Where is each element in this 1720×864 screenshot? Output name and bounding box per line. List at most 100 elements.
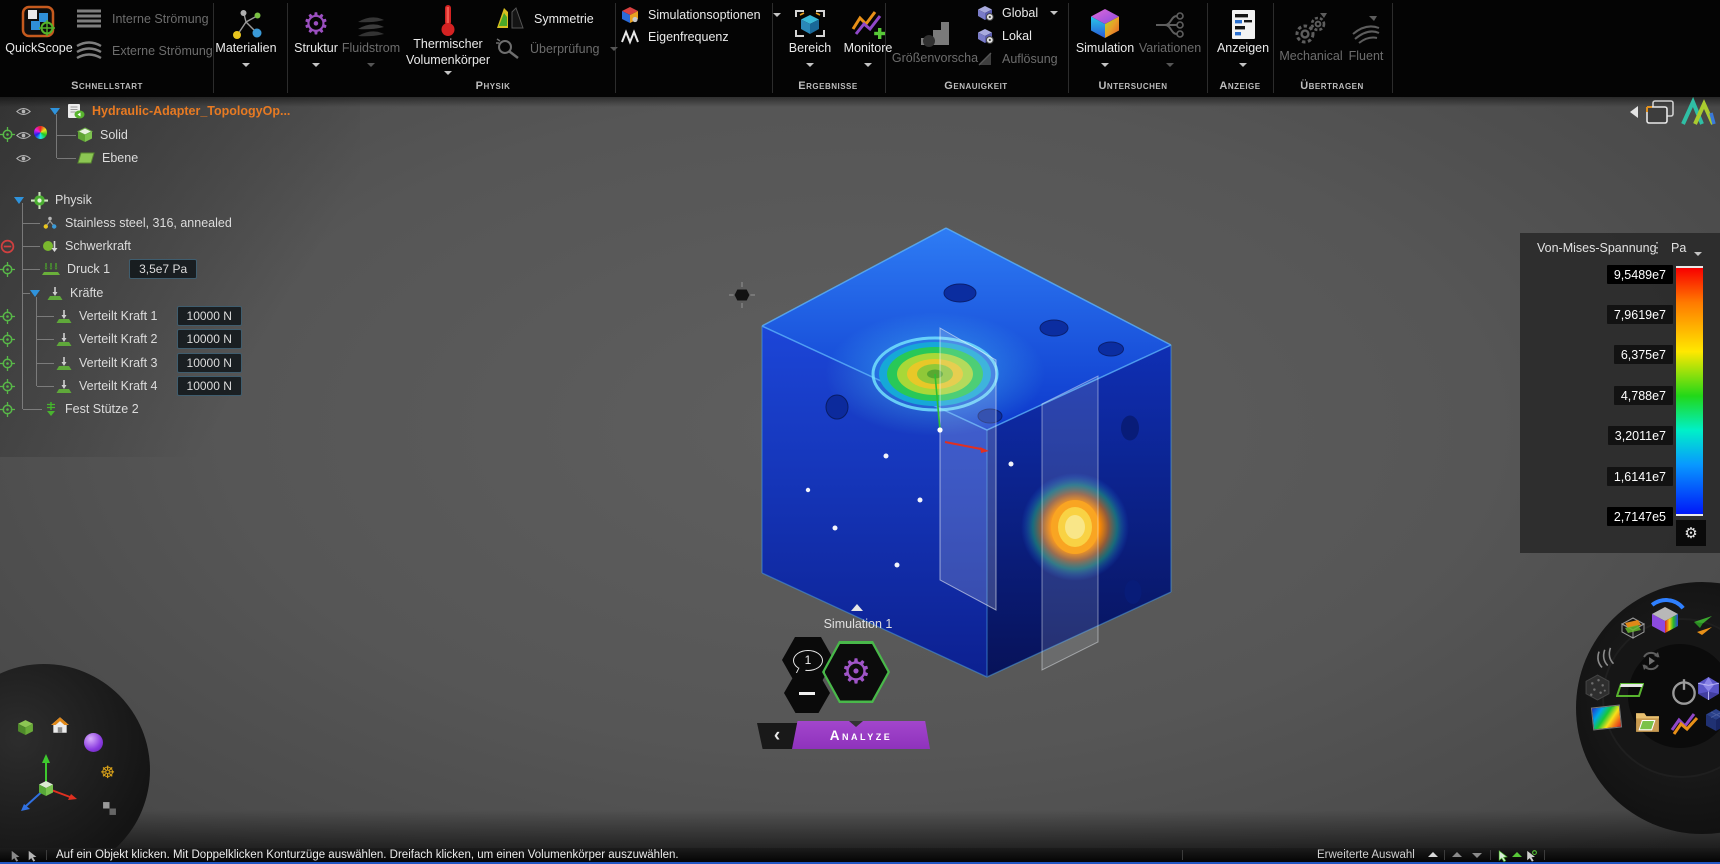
- plane-tool-icon[interactable]: [1616, 682, 1644, 698]
- replay-icon[interactable]: [1638, 648, 1664, 674]
- advanced-selection-label[interactable]: Erweiterte Auswahl: [1317, 849, 1415, 861]
- caret-down-icon[interactable]: [772, 13, 781, 17]
- caret-down-icon[interactable]: [806, 62, 814, 67]
- interne-stroemung-button[interactable]: Interne Strömung: [74, 8, 209, 30]
- anzeigen-button[interactable]: Anzeigen: [1214, 4, 1272, 67]
- expand-triangle-icon[interactable]: [14, 196, 24, 204]
- fluidstrom-button[interactable]: Fluidstrom: [342, 4, 400, 67]
- mechanical-export-button[interactable]: Mechanical: [1279, 6, 1343, 64]
- simulation-button[interactable]: Simulation: [1072, 4, 1138, 67]
- legend-settings-button[interactable]: ⚙: [1676, 520, 1706, 546]
- tree-row-kraft-2[interactable]: Verteilt Kraft 2 10000 N: [56, 329, 242, 349]
- section-cube-icon[interactable]: [1620, 616, 1646, 640]
- sim-panel-expand-icon[interactable]: [851, 604, 863, 611]
- caret-down-icon[interactable]: [864, 62, 872, 67]
- caret-down-icon[interactable]: [1239, 62, 1247, 67]
- scroll-down-icon[interactable]: [1472, 853, 1482, 858]
- force-value-field[interactable]: 10000 N: [176, 306, 242, 326]
- locate-crosshair-icon[interactable]: [0, 356, 15, 371]
- select-up-icon[interactable]: [1512, 852, 1522, 857]
- symmetrie-button[interactable]: Symmetrie: [494, 6, 594, 31]
- tree-row-fest-stuetze[interactable]: Fest Stütze 2: [44, 399, 139, 419]
- thermischer-volumenkoerper-button[interactable]: Thermischer Volumenkörper: [400, 4, 496, 75]
- legend-colorbar[interactable]: [1676, 266, 1703, 516]
- locate-crosshair-icon[interactable]: [0, 332, 15, 347]
- groessenvorschau-button[interactable]: Größenvorscha: [892, 12, 978, 66]
- split-view-icon[interactable]: [102, 801, 117, 816]
- caret-down-icon[interactable]: [1101, 62, 1109, 67]
- force-value-field[interactable]: 10000 N: [176, 329, 242, 349]
- scroll-up-icon[interactable]: [1452, 852, 1462, 857]
- aufloesung-button[interactable]: Auflösung: [976, 51, 1058, 67]
- render-sphere-icon[interactable]: [84, 733, 103, 752]
- section-plane-1[interactable]: [939, 327, 997, 611]
- tree-row-solid[interactable]: Solid: [77, 125, 128, 145]
- locate-crosshair-icon[interactable]: [0, 402, 15, 417]
- lokal-genauigkeit-button[interactable]: Lokal: [976, 28, 1032, 44]
- collapse-left-icon[interactable]: [1630, 106, 1638, 118]
- results-cube-icon[interactable]: [1650, 606, 1680, 634]
- tree-row-kraft-1[interactable]: Verteilt Kraft 1 10000 N: [56, 306, 242, 326]
- mesh-polyhedron-icon[interactable]: [1584, 674, 1611, 701]
- cursor-icon[interactable]: [10, 850, 22, 862]
- global-genauigkeit-button[interactable]: Global: [976, 5, 1059, 21]
- ueberpruefung-button[interactable]: Überprüfung: [494, 37, 618, 61]
- eye-icon[interactable]: [16, 151, 31, 166]
- fluent-export-button[interactable]: Fluent: [1342, 6, 1390, 64]
- model-3d[interactable]: [640, 190, 1240, 710]
- caret-down-icon[interactable]: [367, 62, 375, 67]
- caret-down-icon[interactable]: [242, 62, 250, 67]
- probe-hex-marker[interactable]: [728, 281, 756, 309]
- materialien-button[interactable]: Materialien: [208, 4, 284, 67]
- axis-triad[interactable]: [12, 752, 80, 818]
- tree-row-ebene[interactable]: Ebene: [77, 148, 138, 168]
- caret-down-icon[interactable]: [1050, 11, 1059, 15]
- struktur-button[interactable]: ⚙ Struktur: [288, 4, 344, 67]
- caret-down-icon[interactable]: [609, 47, 618, 51]
- locate-crosshair-icon[interactable]: [0, 127, 15, 142]
- eye-icon[interactable]: [16, 104, 31, 119]
- simulationsoptionen-button[interactable]: Simulationsoptionen: [620, 6, 781, 24]
- caret-down-icon[interactable]: [444, 70, 452, 75]
- legend-menu-icon[interactable]: ⋮: [1650, 239, 1664, 256]
- bereich-button[interactable]: Bereich: [782, 4, 838, 67]
- brand-logo-icon[interactable]: [1680, 97, 1716, 127]
- locate-crosshair-icon[interactable]: [0, 379, 15, 394]
- caret-down-icon[interactable]: [1166, 62, 1174, 67]
- folder-plane-icon[interactable]: [1634, 708, 1661, 735]
- variationen-button[interactable]: Variationen: [1138, 4, 1202, 67]
- expand-triangle-icon[interactable]: [50, 107, 60, 115]
- contour-result-icon[interactable]: [1590, 704, 1623, 731]
- color-wheel-icon[interactable]: [34, 126, 47, 139]
- transfer-arrows-icon[interactable]: [1684, 614, 1714, 638]
- tree-row-kraft-3[interactable]: Verteilt Kraft 3 10000 N: [56, 353, 242, 373]
- locate-crosshair-icon[interactable]: [0, 309, 15, 324]
- steering-wheel-icon[interactable]: ☸: [100, 764, 115, 781]
- eigenfrequenz-button[interactable]: Eigenfrequenz: [620, 29, 729, 45]
- legend-unit-caret-icon[interactable]: [1694, 252, 1702, 256]
- monitor-chart-icon[interactable]: [1670, 712, 1700, 736]
- power-button-icon[interactable]: [1668, 676, 1700, 708]
- eye-icon[interactable]: [16, 128, 31, 143]
- tree-row-physik[interactable]: Physik: [14, 190, 92, 210]
- select-cursor-icon[interactable]: [1498, 850, 1509, 862]
- force-value-field[interactable]: 10000 N: [176, 353, 242, 373]
- externe-stroemung-button[interactable]: Externe Strömung: [74, 40, 213, 62]
- druck-value-field[interactable]: 3,5e7 Pa: [129, 259, 198, 279]
- tree-row-kraft-4[interactable]: Verteilt Kraft 4 10000 N: [56, 376, 242, 396]
- monitore-button[interactable]: Monitore: [838, 4, 898, 67]
- locate-crosshair-icon[interactable]: [0, 262, 15, 277]
- collapse-up-icon[interactable]: [1428, 852, 1438, 857]
- tree-row-schwerkraft[interactable]: Schwerkraft: [42, 236, 131, 256]
- legend-unit-selector[interactable]: Pa: [1671, 241, 1686, 255]
- tree-row-material[interactable]: Stainless steel, 316, annealed: [42, 213, 232, 233]
- home-view-icon[interactable]: [50, 716, 70, 739]
- suppress-icon[interactable]: [0, 239, 15, 254]
- cursor-icon[interactable]: [27, 850, 39, 862]
- expand-triangle-icon[interactable]: [30, 289, 40, 297]
- select-loop-cursor-icon[interactable]: [1526, 850, 1537, 862]
- quickscope-button[interactable]: QuickScope: [5, 4, 73, 56]
- caret-down-icon[interactable]: [312, 62, 320, 67]
- tree-row-kraefte[interactable]: Kräfte: [30, 283, 103, 303]
- iso-view-cube-icon[interactable]: [17, 719, 34, 741]
